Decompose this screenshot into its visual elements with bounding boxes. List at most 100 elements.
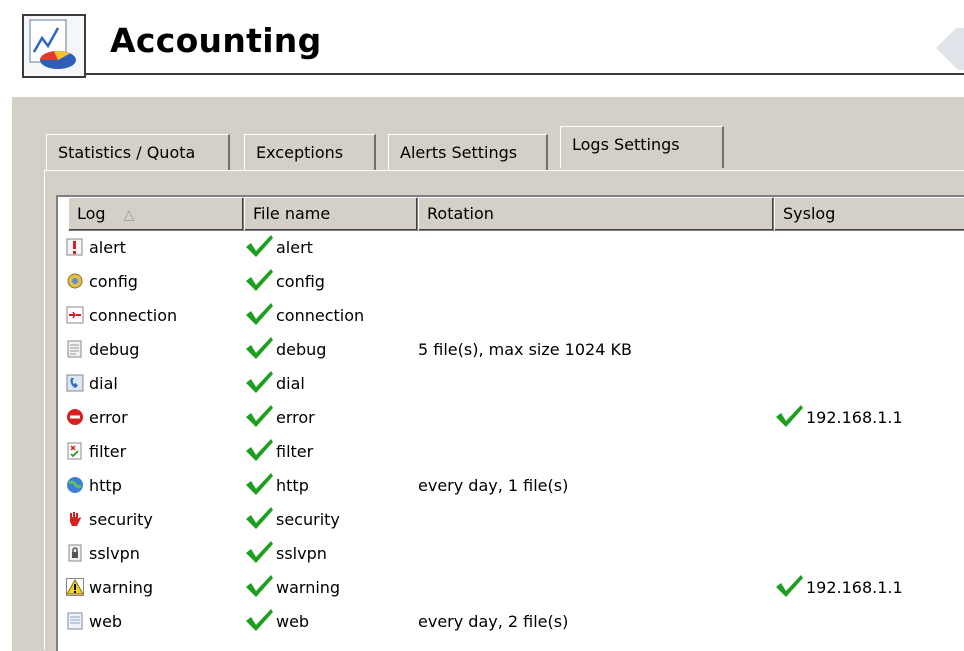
log-name-cell: connection: [66, 299, 177, 333]
log-name: security: [89, 510, 153, 529]
log-name: warning: [89, 578, 154, 597]
tab-statistics-quota[interactable]: Statistics / Quota: [46, 134, 230, 171]
column-header-rotation[interactable]: Rotation: [418, 197, 774, 231]
tab-label: Logs Settings: [572, 135, 680, 154]
file-name-cell: filter: [244, 435, 313, 469]
http-icon: [66, 472, 84, 493]
log-name: connection: [89, 306, 178, 325]
check-icon: [246, 507, 273, 529]
column-header-label: Log: [77, 204, 106, 223]
table-row[interactable]: alert alert: [58, 231, 964, 265]
syslog-cell: 192.168.1.1: [774, 571, 903, 605]
rotation-cell: every day, 1 file(s): [418, 469, 568, 503]
table-row[interactable]: config config: [58, 265, 964, 299]
check-icon: [246, 439, 273, 461]
file-name: debug: [276, 340, 327, 359]
table-row[interactable]: error error 192.168.1.1: [58, 401, 964, 435]
decorative-shape-icon: [936, 28, 964, 70]
file-name-cell: security: [244, 503, 340, 537]
log-name-cell: config: [66, 265, 138, 299]
table-row[interactable]: http http every day, 1 file(s): [58, 469, 964, 503]
file-name-cell: http: [244, 469, 309, 503]
log-name-cell: warning: [66, 571, 153, 605]
page-title: Accounting: [110, 21, 322, 60]
file-name-cell: web: [244, 605, 309, 639]
rotation-text: every day, 1 file(s): [418, 476, 569, 495]
file-name: sslvpn: [276, 544, 327, 563]
column-header-syslog[interactable]: Syslog: [774, 197, 964, 231]
file-name-cell: connection: [244, 299, 364, 333]
rotation-cell: every day, 2 file(s): [418, 605, 568, 639]
file-name: error: [276, 408, 315, 427]
column-header-log[interactable]: Log △: [68, 197, 244, 231]
rotation-cell: 5 file(s), max size 1024 KB: [418, 333, 632, 367]
log-name-cell: debug: [66, 333, 139, 367]
tab-label: Alerts Settings: [400, 143, 518, 162]
table-row[interactable]: security security: [58, 503, 964, 537]
table-row[interactable]: filter filter: [58, 435, 964, 469]
check-icon: [246, 337, 273, 359]
column-header-label: Syslog: [783, 204, 836, 223]
file-name-cell: debug: [244, 333, 326, 367]
table-row[interactable]: warning warning 192.168.1.1: [58, 571, 964, 605]
web-icon: [66, 608, 84, 630]
log-name: sslvpn: [89, 544, 140, 563]
check-icon: [246, 269, 273, 291]
check-icon: [246, 609, 273, 631]
file-name-cell: warning: [244, 571, 340, 605]
log-name: http: [89, 476, 122, 495]
file-name-cell: config: [244, 265, 325, 299]
config-icon: [66, 268, 84, 289]
table-row[interactable]: connection connection: [58, 299, 964, 333]
sslvpn-icon: [66, 540, 84, 562]
rotation-text: 5 file(s), max size 1024 KB: [418, 340, 632, 359]
title-divider: [86, 73, 964, 75]
log-name: alert: [89, 238, 126, 257]
file-name: dial: [276, 374, 305, 393]
check-icon: [246, 235, 273, 257]
log-name-cell: web: [66, 605, 122, 639]
file-name: filter: [276, 442, 314, 461]
tab-exceptions[interactable]: Exceptions: [244, 134, 376, 171]
table-row[interactable]: dial dial: [58, 367, 964, 401]
error-icon: [66, 404, 84, 425]
log-name-cell: error: [66, 401, 128, 435]
accounting-chart-icon: [22, 14, 86, 78]
file-name: http: [276, 476, 309, 495]
file-name: alert: [276, 238, 313, 257]
table-row[interactable]: web web every day, 2 file(s): [58, 605, 964, 639]
check-icon: [246, 371, 273, 393]
rotation-text: every day, 2 file(s): [418, 612, 569, 631]
log-name-cell: security: [66, 503, 153, 537]
tab-alerts-settings[interactable]: Alerts Settings: [388, 134, 548, 171]
log-name: error: [89, 408, 128, 427]
file-name: security: [276, 510, 340, 529]
check-icon: [246, 541, 273, 563]
log-name: dial: [89, 374, 118, 393]
file-name: warning: [276, 578, 341, 597]
logs-list[interactable]: Log △ File name Rotation Syslog alert aler…: [56, 195, 964, 651]
file-name-cell: error: [244, 401, 315, 435]
log-name-cell: sslvpn: [66, 537, 140, 571]
table-row[interactable]: debug debug 5 file(s), max size 1024 KB: [58, 333, 964, 367]
connection-icon: [66, 302, 84, 324]
file-name-cell: dial: [244, 367, 305, 401]
syslog-host: 192.168.1.1: [806, 408, 903, 427]
tab-label: Statistics / Quota: [58, 143, 196, 162]
file-name: config: [276, 272, 325, 291]
column-header-file-name[interactable]: File name: [244, 197, 418, 231]
table-row[interactable]: sslvpn sslvpn: [58, 537, 964, 571]
warning-icon: [66, 574, 84, 596]
syslog-cell: 192.168.1.1: [774, 401, 903, 435]
column-header-label: File name: [253, 204, 331, 223]
log-name: web: [89, 612, 123, 631]
log-name: debug: [89, 340, 140, 359]
dial-icon: [66, 370, 84, 392]
log-name: filter: [89, 442, 127, 461]
check-icon: [246, 303, 273, 325]
tab-label: Exceptions: [256, 143, 344, 162]
sort-ascending-icon: △: [123, 207, 135, 223]
tab-logs-settings[interactable]: Logs Settings: [560, 126, 724, 168]
column-header-label: Rotation: [427, 204, 494, 223]
log-name-cell: http: [66, 469, 122, 503]
